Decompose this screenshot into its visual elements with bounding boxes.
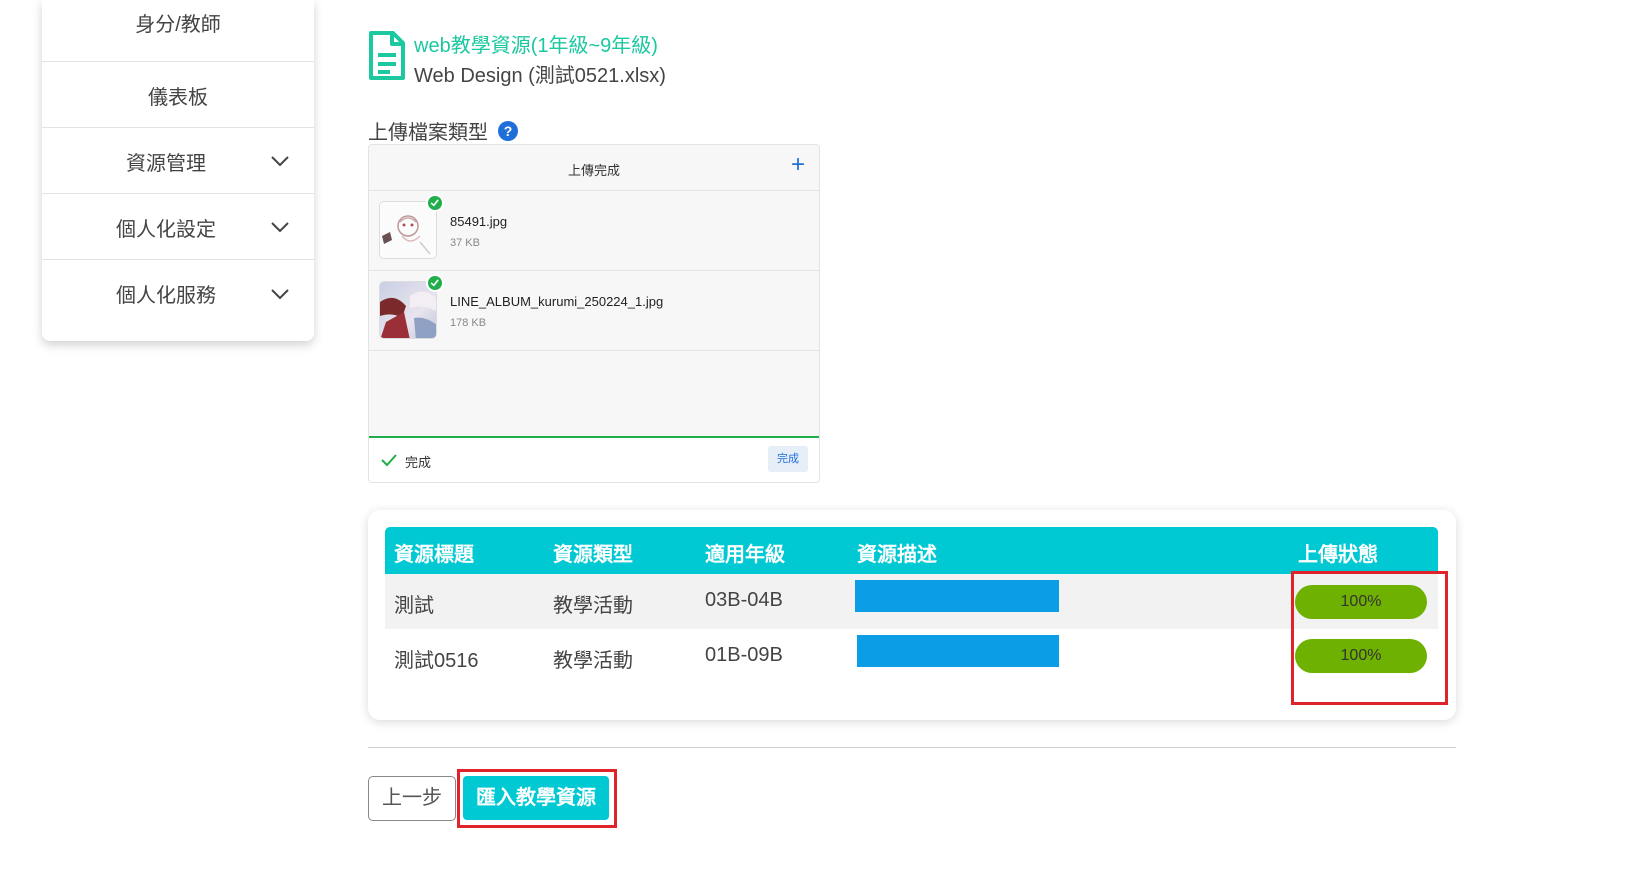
add-file-icon[interactable]: + [791,153,805,177]
image-thumbnail-icon [380,282,436,338]
resource-table: 資源標題 資源類型 適用年級 資源描述 上傳狀態 測試 教學活動 03B-04B… [385,527,1438,684]
uploaded-file-item: LINE_ALBUM_kurumi_250224_1.jpg 178 KB [369,271,819,351]
cell-type: 教學活動 [553,650,633,672]
status-highlight-box [1291,571,1448,705]
success-check-icon [426,194,444,212]
table-header: 資源標題 資源類型 適用年級 資源描述 上傳狀態 [385,527,1438,574]
check-icon [381,454,397,467]
column-header-description: 資源描述 [857,544,937,566]
chevron-down-icon [271,288,289,299]
uploader-status-title: 上傳完成 [567,163,620,178]
sidebar-item-label: 個人化服務 [116,285,216,307]
cell-type: 教學活動 [553,595,633,617]
sidebar-item-personal-settings[interactable]: 個人化設定 [42,195,314,260]
chevron-down-icon [271,222,289,233]
sidebar-item-label: 儀表板 [148,86,208,109]
uploader-header: 上傳完成 + [369,145,819,191]
sidebar-nav: 身分/教師 儀表板 資源管理 個人化設定 個人化服務 [42,0,314,341]
table-row: 測試 教學活動 03B-04B 100% [385,574,1438,629]
cell-grade: 01B-09B [705,644,783,666]
sidebar-item-resource-management[interactable]: 資源管理 [42,129,314,194]
column-header-status: 上傳狀態 [1298,544,1378,566]
file-uploader: 上傳完成 + 85491.jpg 37 KB LINE_ALBUM_kurumi… [368,144,820,483]
file-size: 37 KB [450,237,480,249]
cell-description-redacted [857,635,1059,667]
sidebar-item-label: 身分/教師 [135,14,221,36]
file-name: LINE_ALBUM_kurumi_250224_1.jpg [450,294,664,309]
sidebar-item-label: 個人化設定 [116,218,216,241]
cell-title: 測試0516 [394,650,479,672]
file-title: web教學資源(1年級~9年級) [414,35,658,57]
help-icon[interactable]: ? [498,120,518,141]
success-check-icon [426,274,444,292]
sidebar-item-identity[interactable]: 身分/教師 [42,0,314,62]
upload-complete-status: 完成 [405,455,432,470]
document-icon [369,31,405,80]
sidebar-item-personal-services[interactable]: 個人化服務 [42,261,314,326]
image-thumbnail-icon [380,202,436,258]
upload-type-label: 上傳檔案類型 ? [368,116,518,145]
previous-step-button[interactable]: 上一步 [368,776,456,821]
cell-grade: 03B-04B [705,589,783,611]
cell-description-redacted [855,580,1059,612]
section-divider [368,747,1456,748]
file-name: 85491.jpg [450,214,508,229]
table-row: 測試0516 教學活動 01B-09B 100% [385,629,1438,684]
upload-type-text: 上傳檔案類型 [368,122,488,144]
chevron-down-icon [271,156,289,167]
file-subtitle: Web Design (測試0521.xlsx) [414,65,666,87]
column-header-grade: 適用年級 [705,544,785,566]
uploaded-file-item: 85491.jpg 37 KB [369,191,819,271]
column-header-type: 資源類型 [553,544,633,566]
column-header-title: 資源標題 [394,544,474,566]
file-size: 178 KB [450,317,487,329]
cell-title: 測試 [394,595,434,617]
import-highlight-box [457,769,617,828]
done-button[interactable]: 完成 [768,446,808,472]
sidebar-item-label: 資源管理 [126,152,206,175]
uploader-footer: 完成 完成 [369,436,819,482]
sidebar-item-dashboard[interactable]: 儀表板 [42,63,314,128]
